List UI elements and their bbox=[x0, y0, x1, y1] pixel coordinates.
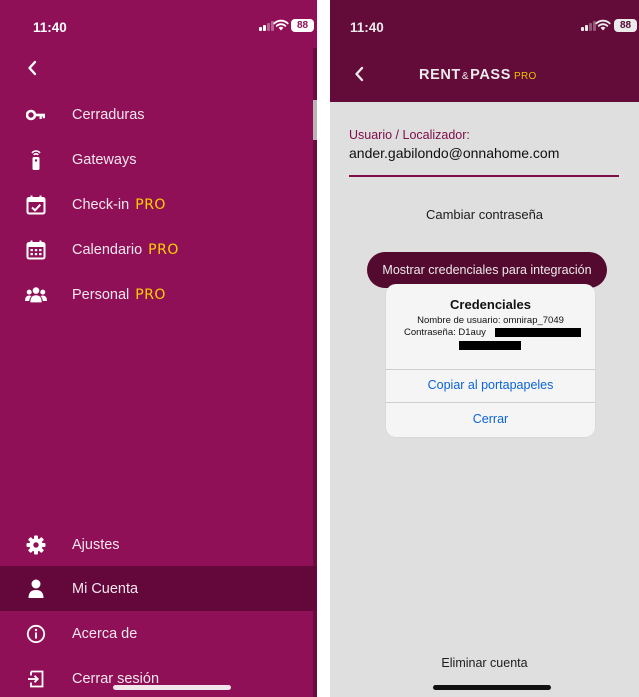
redaction-bar bbox=[459, 341, 521, 350]
alert-title: Credenciales bbox=[450, 297, 531, 312]
alert-password-line: Contraseña: D1auy bbox=[404, 327, 486, 338]
battery-indicator: 88 bbox=[291, 19, 314, 32]
copy-to-clipboard-button[interactable]: Copiar al portapapeles bbox=[386, 369, 595, 402]
status-bar: 11:40 88 bbox=[0, 0, 317, 52]
calendar-check-icon bbox=[25, 194, 47, 216]
gateway-remote-icon bbox=[25, 149, 47, 171]
close-alert-button[interactable]: Cerrar bbox=[386, 403, 595, 436]
menu-item-calendario[interactable]: Calendario PRO bbox=[0, 227, 317, 272]
menu-item-label: Gateways bbox=[72, 151, 137, 168]
credentials-alert: Credenciales Nombre de usuario: omnirap_… bbox=[386, 284, 595, 437]
home-indicator bbox=[113, 685, 231, 690]
side-menu-panel: 11:40 88 Cerraduras Gateways Check-in PR… bbox=[0, 0, 317, 697]
menu-item-cerraduras[interactable]: Cerraduras bbox=[0, 92, 317, 137]
menu-item-cerrar-sesion[interactable]: Cerrar sesión bbox=[0, 656, 317, 697]
signal-icon bbox=[259, 20, 274, 31]
back-chevron-icon[interactable] bbox=[27, 60, 37, 76]
menu-item-label: Mi Cuenta bbox=[72, 580, 139, 597]
wifi-icon bbox=[273, 19, 289, 31]
menu-item-label: Calendario PRO bbox=[72, 241, 179, 258]
calendar-grid-icon bbox=[25, 239, 47, 261]
menu-item-label: Personal PRO bbox=[72, 286, 166, 303]
info-icon bbox=[25, 623, 47, 645]
person-icon bbox=[25, 578, 47, 600]
menu-item-mi-cuenta[interactable]: Mi Cuenta bbox=[0, 566, 317, 611]
menu-item-checkin[interactable]: Check-in PRO bbox=[0, 182, 317, 227]
menu-item-ajustes[interactable]: Ajustes bbox=[0, 522, 317, 567]
status-time: 11:40 bbox=[33, 20, 67, 35]
home-indicator bbox=[433, 685, 551, 690]
menu-item-personal[interactable]: Personal PRO bbox=[0, 272, 317, 317]
gear-icon bbox=[25, 534, 47, 556]
menu-item-acerca-de[interactable]: Acerca de bbox=[0, 611, 317, 656]
people-icon bbox=[25, 284, 47, 306]
logout-icon bbox=[25, 668, 47, 690]
menu-item-label: Check-in PRO bbox=[72, 196, 166, 213]
menu-item-label: Cerraduras bbox=[72, 106, 145, 123]
menu-item-label: Acerca de bbox=[72, 625, 138, 642]
redaction-bar bbox=[495, 328, 581, 337]
menu-item-label: Ajustes bbox=[72, 536, 120, 553]
alert-username-line: Nombre de usuario: omnirap_7049 bbox=[417, 315, 564, 326]
menu-item-gateways[interactable]: Gateways bbox=[0, 137, 317, 182]
key-icon bbox=[25, 104, 47, 126]
